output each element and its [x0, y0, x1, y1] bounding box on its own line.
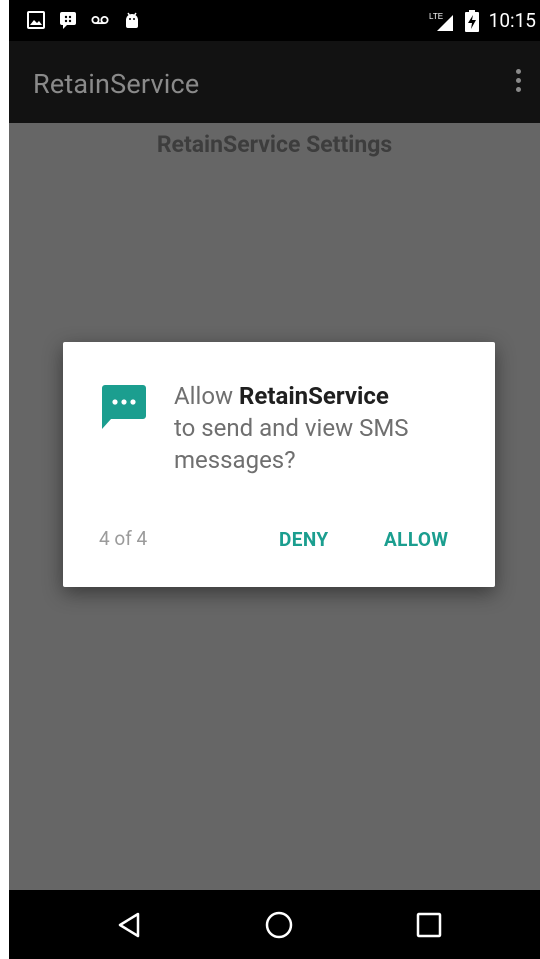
- image-notification-icon: [27, 11, 45, 29]
- navigation-bar: [9, 890, 540, 959]
- system-status-icons: LTE 10:15: [429, 9, 536, 32]
- main-content: RetainService Settings Allow RetainServi…: [9, 123, 540, 890]
- recents-icon[interactable]: [414, 910, 444, 940]
- notification-icons: [27, 11, 141, 29]
- overflow-menu-icon[interactable]: [516, 69, 522, 95]
- svg-text:LTE: LTE: [429, 12, 443, 21]
- clock: 10:15: [488, 9, 536, 32]
- android-icon: [123, 11, 141, 29]
- app-bar: RetainService: [9, 41, 540, 123]
- requesting-app-name: RetainService: [239, 382, 389, 410]
- allow-button[interactable]: ALLOW: [384, 528, 448, 551]
- blackberry-messenger-icon: [59, 11, 77, 29]
- message-prefix: Allow: [174, 382, 240, 410]
- permission-message: Allow RetainService to send and view SMS…: [174, 380, 474, 476]
- back-icon[interactable]: [115, 910, 145, 940]
- status-bar: LTE 10:15: [9, 0, 540, 41]
- battery-charging-icon: [464, 9, 479, 32]
- sms-icon: [100, 384, 146, 430]
- home-icon[interactable]: [264, 910, 294, 940]
- app-title: RetainService: [33, 68, 200, 100]
- voicemail-icon: [91, 11, 109, 29]
- phone-screen: LTE 10:15 RetainService RetainService Se…: [9, 0, 540, 959]
- settings-heading: RetainService Settings: [156, 131, 393, 158]
- message-suffix: to send and view SMS messages?: [174, 414, 409, 474]
- permission-dialog: Allow RetainService to send and view SMS…: [63, 342, 495, 587]
- permission-counter: 4 of 4: [99, 527, 148, 550]
- deny-button[interactable]: DENY: [279, 528, 329, 551]
- signal-icon: LTE: [429, 12, 455, 31]
